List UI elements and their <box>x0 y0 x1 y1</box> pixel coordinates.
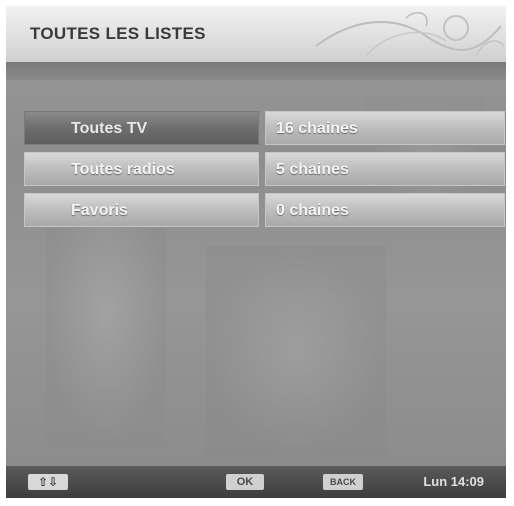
list-name: Toutes TV <box>24 111 259 145</box>
list-name: Toutes radios <box>24 152 259 186</box>
background-image <box>206 246 386 456</box>
ok-button[interactable]: OK <box>226 474 264 490</box>
back-button[interactable]: BACK <box>323 474 363 490</box>
clock-display: Lun 14:09 <box>423 474 484 489</box>
up-down-arrows-icon: ⇧⇩ <box>28 474 68 490</box>
background-image <box>46 226 166 446</box>
list-row-toutes-radios[interactable]: Toutes radios 5 chaines <box>24 152 506 188</box>
header-band <box>6 62 506 80</box>
header-bar: TOUTES LES LISTES <box>6 6 506 62</box>
list-name: Favoris <box>24 193 259 227</box>
footer-bar: ⇧⇩ OK BACK Lun 14:09 <box>6 466 506 498</box>
list-row-toutes-tv[interactable]: Toutes TV 16 chaines <box>24 111 506 147</box>
list-row-favoris[interactable]: Favoris 0 chaines <box>24 193 506 229</box>
list-count: 16 chaines <box>265 111 505 145</box>
swirl-ornament-icon <box>315 11 505 57</box>
page-title: TOUTES LES LISTES <box>30 24 206 43</box>
list-table: Toutes TV 16 chaines Toutes radios 5 cha… <box>24 111 506 234</box>
list-count: 0 chaines <box>265 193 505 227</box>
list-count: 5 chaines <box>265 152 505 186</box>
tv-screen: TOUTES LES LISTES Toutes TV 16 chaines T… <box>6 6 506 498</box>
